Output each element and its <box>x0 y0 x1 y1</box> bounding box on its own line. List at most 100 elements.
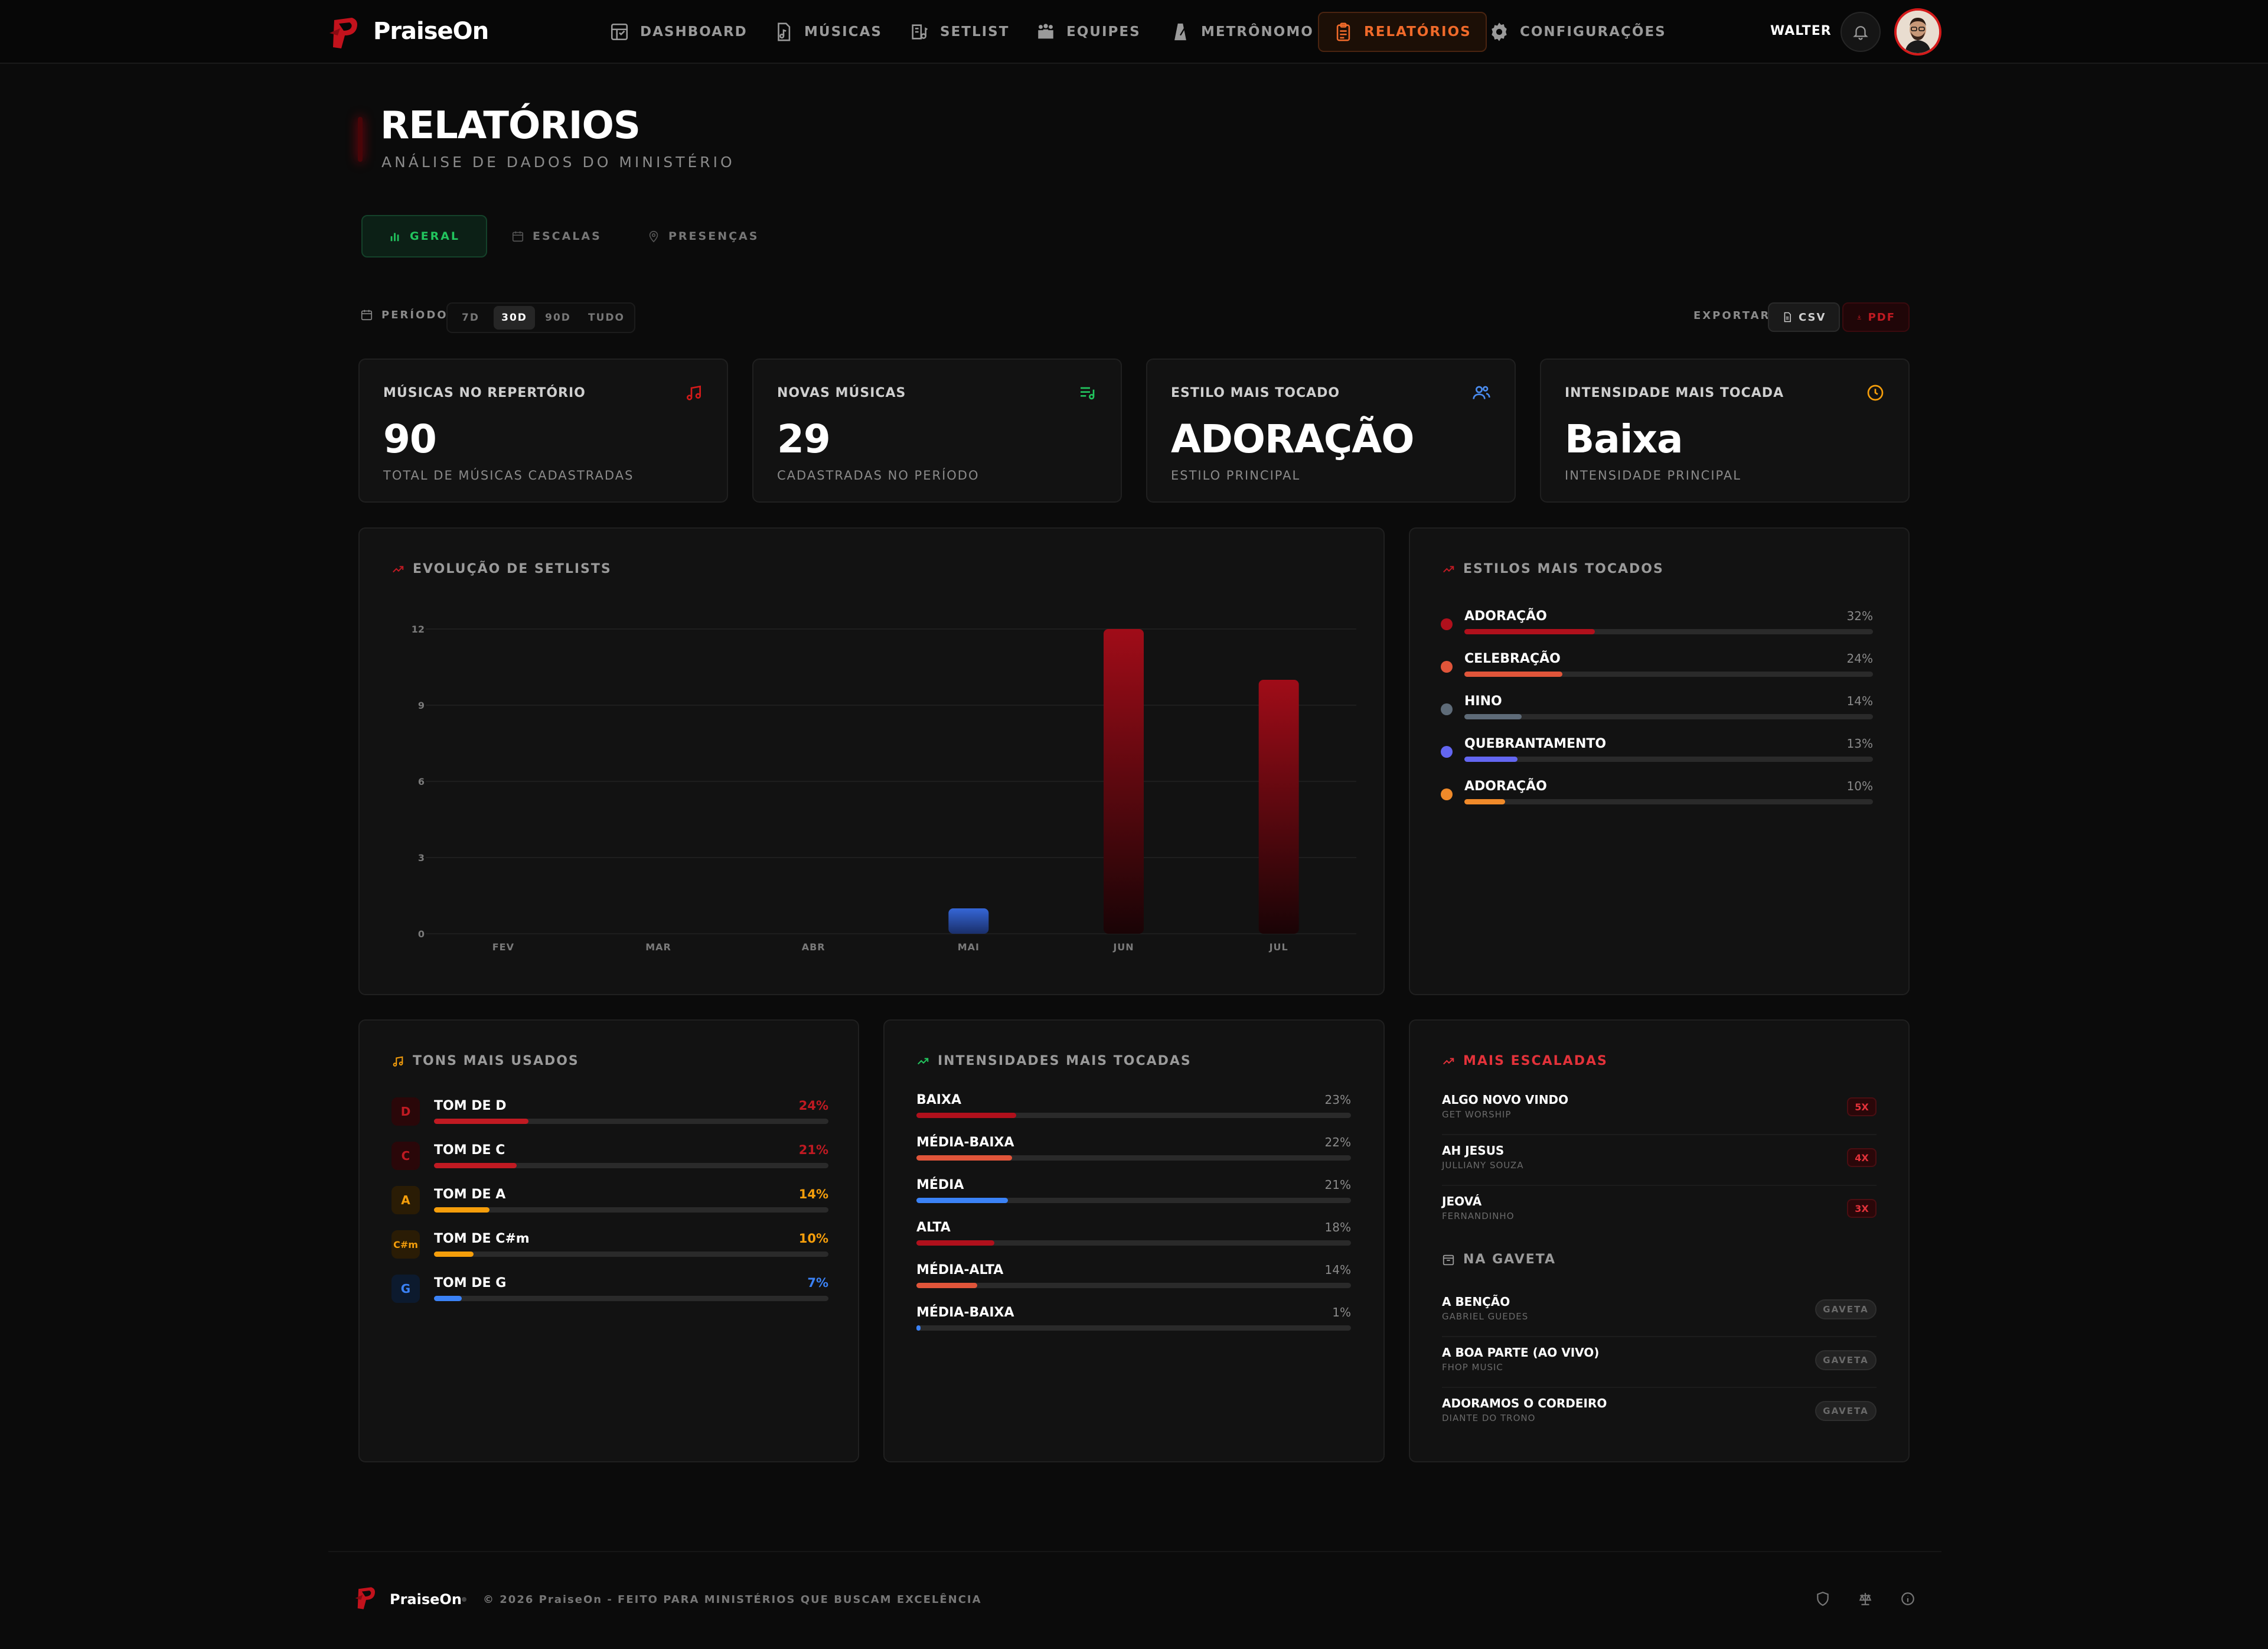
stat-value: 29 <box>777 416 831 462</box>
drawer-song-item[interactable]: ADORAMOS O CORDEIRO DIANTE DO TRONO GAVETA <box>1442 1388 1877 1439</box>
stat-subtitle: ESTILO PRINCIPAL <box>1171 468 1301 483</box>
song-artist: FHOP MUSIC <box>1442 1362 1503 1373</box>
style-bar-track <box>1464 672 1873 677</box>
style-bar-track <box>1464 799 1873 804</box>
keys-title: TONS MAIS USADOS <box>391 1054 579 1068</box>
style-color-dot <box>1441 661 1453 673</box>
key-bar-fill <box>434 1252 474 1257</box>
style-name: CELEBRAÇÃO <box>1464 651 1561 666</box>
intensity-name: MÉDIA-BAIXA <box>916 1305 1014 1320</box>
praiseon-logo-icon[interactable] <box>328 15 361 51</box>
intensity-bar-track <box>916 1325 1351 1331</box>
nav-dashboard[interactable]: DASHBOARD <box>595 12 762 52</box>
song-artist: GET WORSHIP <box>1442 1109 1512 1120</box>
song-artist: DIANTE DO TRONO <box>1442 1413 1536 1423</box>
key-badge: C#m <box>391 1230 420 1259</box>
scale-count-badge: 5X <box>1847 1097 1877 1116</box>
calendar-icon <box>361 309 373 321</box>
song-title: ADORAMOS O CORDEIRO <box>1442 1396 1607 1410</box>
music-note-icon <box>393 1055 403 1067</box>
nav-metronomo[interactable]: METRÔNOMO <box>1156 12 1328 52</box>
download-icon <box>1857 315 1861 320</box>
style-color-dot <box>1441 618 1453 630</box>
tab-presencas[interactable]: PRESENÇAS <box>621 215 785 258</box>
nav-setlist[interactable]: SETLIST <box>895 12 1023 52</box>
footer-terms-link[interactable] <box>1855 1589 1875 1609</box>
nav-relatorios[interactable]: RELATÓRIOS <box>1318 12 1487 52</box>
song-title: AH JESUS <box>1442 1143 1505 1158</box>
keys-card: TONS MAIS USADOS D TOM DE D 24% C TOM DE C 21… <box>358 1019 859 1462</box>
scaled-song-item[interactable]: AH JESUS JULLIANY SOUZA 4X <box>1442 1135 1877 1186</box>
style-percent: 32% <box>1846 609 1873 623</box>
style-bar-track <box>1464 757 1873 762</box>
scaled-song-item[interactable]: ALGO NOVO VINDO GET WORSHIP 5X <box>1442 1084 1877 1135</box>
period-90d-button[interactable]: 90D <box>537 306 579 330</box>
notifications-button[interactable] <box>1840 12 1881 52</box>
intensity-bar-fill <box>916 1283 978 1288</box>
style-percent: 14% <box>1846 694 1873 708</box>
export-csv-label: CSV <box>1799 311 1826 324</box>
export-pdf-button[interactable]: PDF <box>1842 302 1910 332</box>
key-name: TOM DE G <box>434 1276 507 1290</box>
intensity-name: BAIXA <box>916 1093 961 1107</box>
scaled-song-item[interactable]: JEOVÁ FERNANDINHO 3X <box>1442 1186 1877 1237</box>
location-pin-icon <box>649 230 658 243</box>
y-tick-label: 6 <box>418 776 425 787</box>
footer-shield-link[interactable] <box>1813 1589 1833 1609</box>
key-bar-track <box>434 1296 828 1301</box>
intensity-percent: 18% <box>1324 1220 1351 1234</box>
tab-geral[interactable]: GERAL <box>361 215 488 258</box>
style-percent: 10% <box>1846 779 1873 793</box>
intensity-bar-fill <box>916 1155 1012 1161</box>
scaled-title: MAIS ESCALADAS <box>1442 1054 1608 1068</box>
intensities-title: INTENSIDADES MAIS TOCADAS <box>916 1054 1192 1068</box>
nav-label: MÚSICAS <box>804 24 882 40</box>
nav-equipes[interactable]: EQUIPES <box>1022 12 1155 52</box>
nav-label: METRÔNOMO <box>1201 24 1314 40</box>
brand-name[interactable]: PraiseOn <box>373 18 489 45</box>
style-percent: 24% <box>1846 651 1873 666</box>
period-label: PERÍODO: <box>360 308 454 321</box>
key-percent: 7% <box>807 1276 828 1290</box>
user-name[interactable]: WALTER <box>1770 24 1832 38</box>
dashboard-icon <box>609 22 629 42</box>
style-item: ADORAÇÃO 32% <box>1441 609 1873 643</box>
intensity-bar-fill <box>916 1240 995 1246</box>
setlist-icon <box>909 22 929 42</box>
drawer-badge: GAVETA <box>1815 1299 1877 1319</box>
users-icon <box>1473 386 1490 399</box>
tab-label: GERAL <box>410 230 461 243</box>
stat-subtitle: INTENSIDADE PRINCIPAL <box>1565 468 1741 483</box>
trending-up-icon <box>918 1057 929 1064</box>
drawer-song-item[interactable]: A BENÇÃO GABRIEL GUEDES GAVETA <box>1442 1286 1877 1337</box>
intensities-title-text: INTENSIDADES MAIS TOCADAS <box>938 1054 1192 1068</box>
y-tick-label: 12 <box>412 624 425 635</box>
stat-card-estilo: ESTILO MAIS TOCADO ADORAÇÃO ESTILO PRINC… <box>1146 359 1516 503</box>
bell-icon <box>1853 26 1868 40</box>
stat-label: INTENSIDADE MAIS TOCADA <box>1565 386 1784 400</box>
footer-divider <box>328 1551 1941 1552</box>
nav-configuracoes[interactable]: CONFIGURAÇÕES <box>1475 12 1680 52</box>
style-name: ADORAÇÃO <box>1464 779 1547 794</box>
praiseon-logo-icon[interactable] <box>354 1585 378 1611</box>
footer-copyright: © 2026 PraiseOn - FEITO PARA MINISTÉRIOS… <box>483 1593 982 1606</box>
style-bar-fill <box>1464 714 1522 719</box>
keys-title-text: TONS MAIS USADOS <box>413 1054 579 1068</box>
tab-escalas[interactable]: ESCALAS <box>485 215 628 258</box>
playlist-add-icon <box>1081 387 1095 400</box>
export-csv-button[interactable]: CSV <box>1768 302 1840 332</box>
period-7d-button[interactable]: 7D <box>450 306 491 330</box>
intensity-bar-track <box>916 1113 1351 1118</box>
export-label: EXPORTAR: <box>1693 309 1777 322</box>
key-name: TOM DE A <box>434 1187 506 1202</box>
user-avatar[interactable] <box>1894 8 1941 56</box>
shield-icon <box>1817 1592 1829 1606</box>
period-30d-button[interactable]: 30D <box>494 306 535 330</box>
period-tudo-button[interactable]: TUDO <box>581 306 632 330</box>
footer-info-link[interactable] <box>1898 1589 1918 1609</box>
key-badge: C <box>391 1142 420 1170</box>
nav-musicas[interactable]: MÚSICAS <box>759 12 896 52</box>
intensity-bar-track <box>916 1240 1351 1246</box>
drawer-song-item[interactable]: A BOA PARTE (AO VIVO) FHOP MUSIC GAVETA <box>1442 1337 1877 1388</box>
style-item: HINO 14% <box>1441 694 1873 728</box>
